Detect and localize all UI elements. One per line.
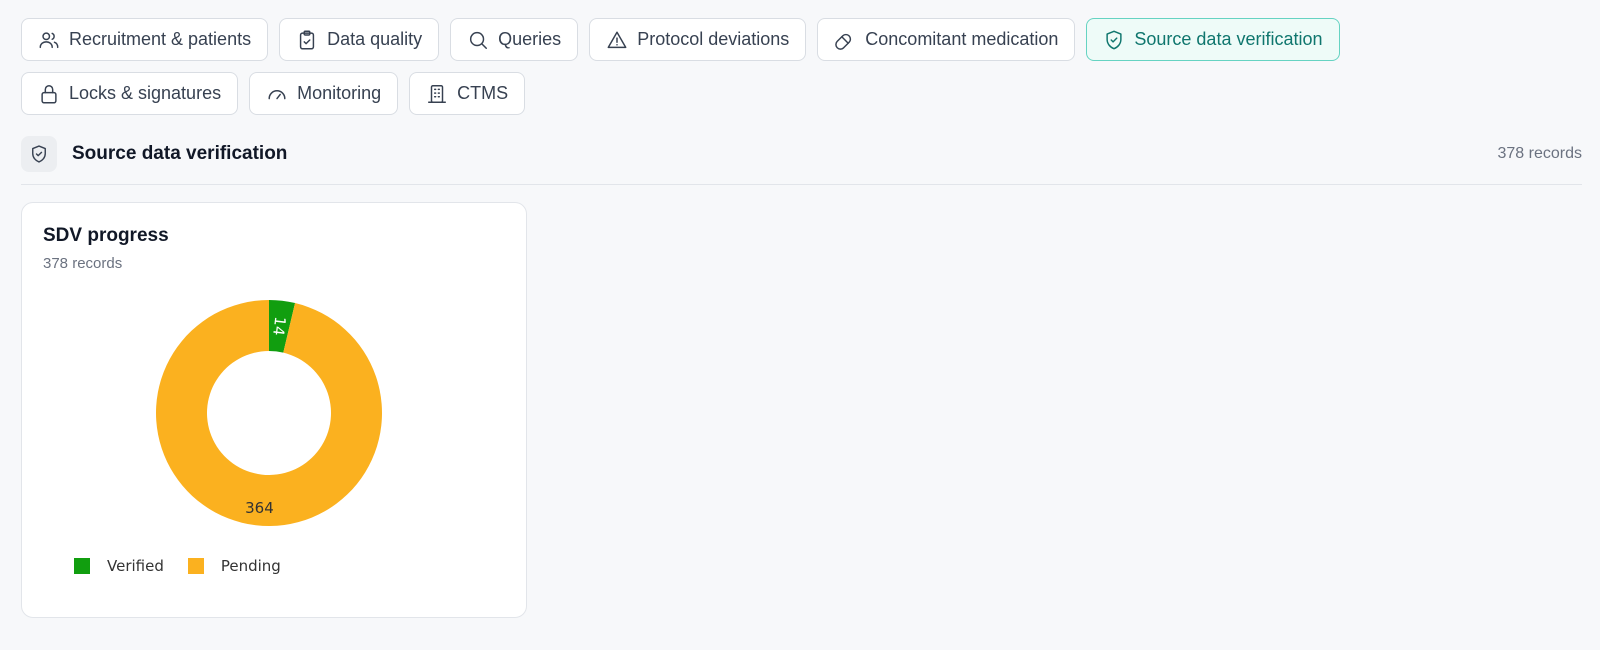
legend-item-verified[interactable]: Verified <box>74 557 164 575</box>
search-icon <box>467 29 489 51</box>
section-header: Source data verification 378 records <box>21 133 1582 185</box>
tab-source-data-verification[interactable]: Source data verification <box>1086 18 1340 61</box>
pill-icon <box>834 29 856 51</box>
tab-label: Monitoring <box>297 83 382 103</box>
sdv-progress-card: SDV progress 378 records 14 364 Verified … <box>21 202 527 618</box>
tab-label: CTMS <box>457 83 509 103</box>
clipboard-check-icon <box>296 29 318 51</box>
section-title: Source data verification <box>72 142 288 164</box>
alert-triangle-icon <box>606 29 628 51</box>
tab-label: Recruitment & patients <box>69 29 252 49</box>
shield-check-icon <box>21 135 57 172</box>
tab-label: Queries <box>498 29 562 49</box>
tab-bar: Recruitment & patients Data quality Quer… <box>21 18 1441 115</box>
chart-legend: Verified Pending <box>74 557 305 575</box>
lock-icon <box>38 83 60 105</box>
legend-swatch-pending <box>187 558 204 574</box>
building-icon <box>426 83 448 105</box>
legend-label-verified: Verified <box>107 557 164 575</box>
legend-swatch-verified <box>74 558 90 574</box>
tab-locks-signatures[interactable]: Locks & signatures <box>21 72 239 115</box>
gauge-icon <box>266 83 288 105</box>
tab-label: Locks & signatures <box>69 83 222 103</box>
users-icon <box>38 29 60 51</box>
tab-label: Source data verification <box>1134 29 1323 49</box>
tab-label: Data quality <box>327 29 423 49</box>
shield-check-icon <box>1103 29 1125 51</box>
tab-recruitment-patients[interactable]: Recruitment & patients <box>21 18 269 61</box>
tab-label: Protocol deviations <box>637 29 790 49</box>
tab-monitoring[interactable]: Monitoring <box>249 72 399 115</box>
slice-label-verified: 14 <box>269 316 289 337</box>
legend-label-pending: Pending <box>220 557 281 575</box>
tab-ctms[interactable]: CTMS <box>409 72 526 115</box>
record-count: 378 records <box>1497 144 1583 162</box>
tab-queries[interactable]: Queries <box>450 18 579 61</box>
tab-protocol-deviations[interactable]: Protocol deviations <box>589 18 807 61</box>
slice-pending[interactable] <box>156 300 383 526</box>
tab-concomitant-medication[interactable]: Concomitant medication <box>817 18 1076 61</box>
tab-data-quality[interactable]: Data quality <box>279 18 440 61</box>
legend-item-pending[interactable]: Pending <box>187 557 281 575</box>
slice-label-pending: 364 <box>245 499 274 517</box>
tab-label: Concomitant medication <box>865 29 1059 49</box>
